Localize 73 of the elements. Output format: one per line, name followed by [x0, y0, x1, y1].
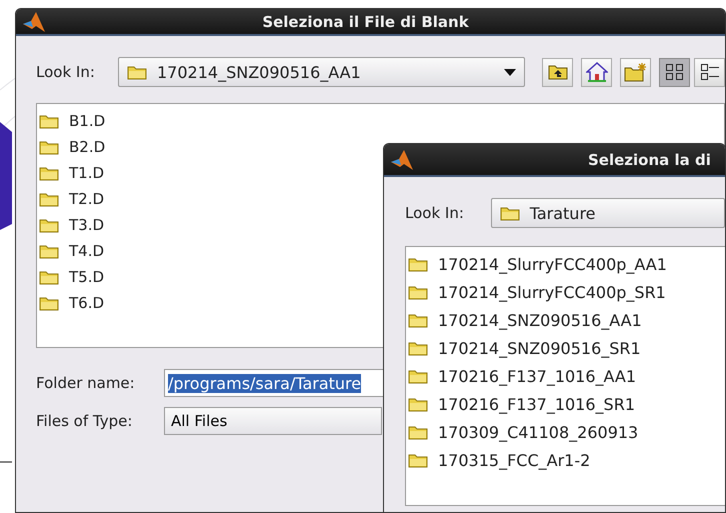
list-view-icon [664, 63, 684, 81]
folder-name: T4.D [69, 242, 104, 260]
new-folder-button[interactable] [620, 58, 651, 86]
folder-item[interactable]: T5.D [39, 266, 104, 288]
folder-name: 170214_SlurryFCC400p_SR1 [438, 282, 666, 302]
folder-icon [39, 166, 59, 180]
folder-icon [39, 296, 59, 310]
folder-name: T1.D [69, 164, 104, 182]
folder-item[interactable]: T1.D [39, 162, 104, 184]
folder-item[interactable]: T2.D [39, 188, 104, 210]
folder-icon [39, 140, 59, 154]
folder-name: 170214_SNZ090516_AA1 [438, 310, 642, 330]
dropdown-arrow-icon [504, 68, 516, 76]
folder-name: 170216_F137_1016_SR1 [438, 394, 635, 414]
folder-icon [408, 424, 428, 440]
folder-item[interactable]: 170214_SlurryFCC400p_SR1 [408, 281, 666, 303]
file-type-label: Files of Type: [36, 412, 134, 430]
folder-item[interactable]: B2.D [39, 136, 106, 158]
home-button[interactable] [581, 58, 612, 86]
folder-item[interactable]: B1.D [39, 110, 106, 132]
folder-name: 170315_FCC_Ar1-2 [438, 450, 590, 470]
list-view-button[interactable] [659, 58, 690, 86]
folder-icon [408, 340, 428, 356]
new-folder-icon [624, 62, 648, 82]
look-in-label: Look In: [36, 63, 96, 81]
folder-name-field[interactable]: /programs/sara/Tarature [164, 369, 384, 397]
folder-name: T3.D [69, 216, 104, 234]
folder-icon [408, 284, 428, 300]
folder-icon [408, 312, 428, 328]
folder-icon [39, 192, 59, 206]
folder-icon [408, 256, 428, 272]
folder-name-label: Folder name: [36, 374, 136, 392]
look-in-dropdown[interactable]: 170214_SNZ090516_AA1 [118, 57, 525, 87]
folder-name: B2.D [69, 138, 106, 156]
folder-icon [408, 396, 428, 412]
folder-item[interactable]: 170214_SNZ090516_AA1 [408, 309, 642, 331]
folder-icon [127, 64, 147, 80]
peak-icon [390, 148, 414, 170]
folder-icon [39, 218, 59, 232]
file-type-dropdown[interactable]: All Files [164, 407, 382, 435]
folder-icon [500, 206, 520, 220]
file-list[interactable]: 170214_SlurryFCC400p_AA1 170214_SlurryFCC400p_SR1 170214_SNZ090516_AA1 170214_SNZ090516_SR1 170216_F137_1016_AA1 170216_F137_1016_SR1 170309_C41108_260913 170315_FCC_Ar1-2 [405, 246, 725, 506]
look-in-label: Look In: [405, 204, 465, 222]
up-folder-button[interactable] [542, 58, 573, 86]
look-in-dropdown[interactable]: Tarature [490, 198, 725, 228]
folder-item[interactable]: 170309_C41108_260913 [408, 421, 638, 443]
folder-item[interactable]: 170214_SlurryFCC400p_AA1 [408, 253, 667, 275]
folder-name: T6.D [69, 294, 104, 312]
folder-icon [408, 368, 428, 384]
folder-name: 170214_SlurryFCC400p_AA1 [438, 254, 667, 274]
folder-item[interactable]: 170216_F137_1016_SR1 [408, 393, 635, 415]
details-view-button[interactable] [694, 58, 725, 86]
folder-icon [39, 244, 59, 258]
folder-name: 170216_F137_1016_AA1 [438, 366, 636, 386]
folder-icon [408, 452, 428, 468]
up-folder-icon [548, 64, 568, 80]
folder-name: 170309_C41108_260913 [438, 422, 638, 442]
folder-item[interactable]: T3.D [39, 214, 104, 236]
folder-icon [39, 114, 59, 128]
details-view-icon [700, 63, 720, 81]
peak-icon [22, 10, 46, 32]
folder-name: B1.D [69, 112, 106, 130]
folder-name: T5.D [69, 268, 104, 286]
folder-name: T2.D [69, 190, 104, 208]
home-icon [586, 62, 608, 82]
folder-item[interactable]: 170216_F137_1016_AA1 [408, 365, 636, 387]
window-title: Seleziona il File di Blank [261, 12, 470, 30]
folder-item[interactable]: T4.D [39, 240, 104, 262]
folder-item[interactable]: 170315_FCC_Ar1-2 [408, 449, 590, 471]
folder-icon [39, 270, 59, 284]
folder-item[interactable]: T6.D [39, 292, 104, 314]
window-title: Seleziona la di [588, 150, 711, 168]
folder-path: /programs/sara/Tarature [168, 374, 362, 392]
